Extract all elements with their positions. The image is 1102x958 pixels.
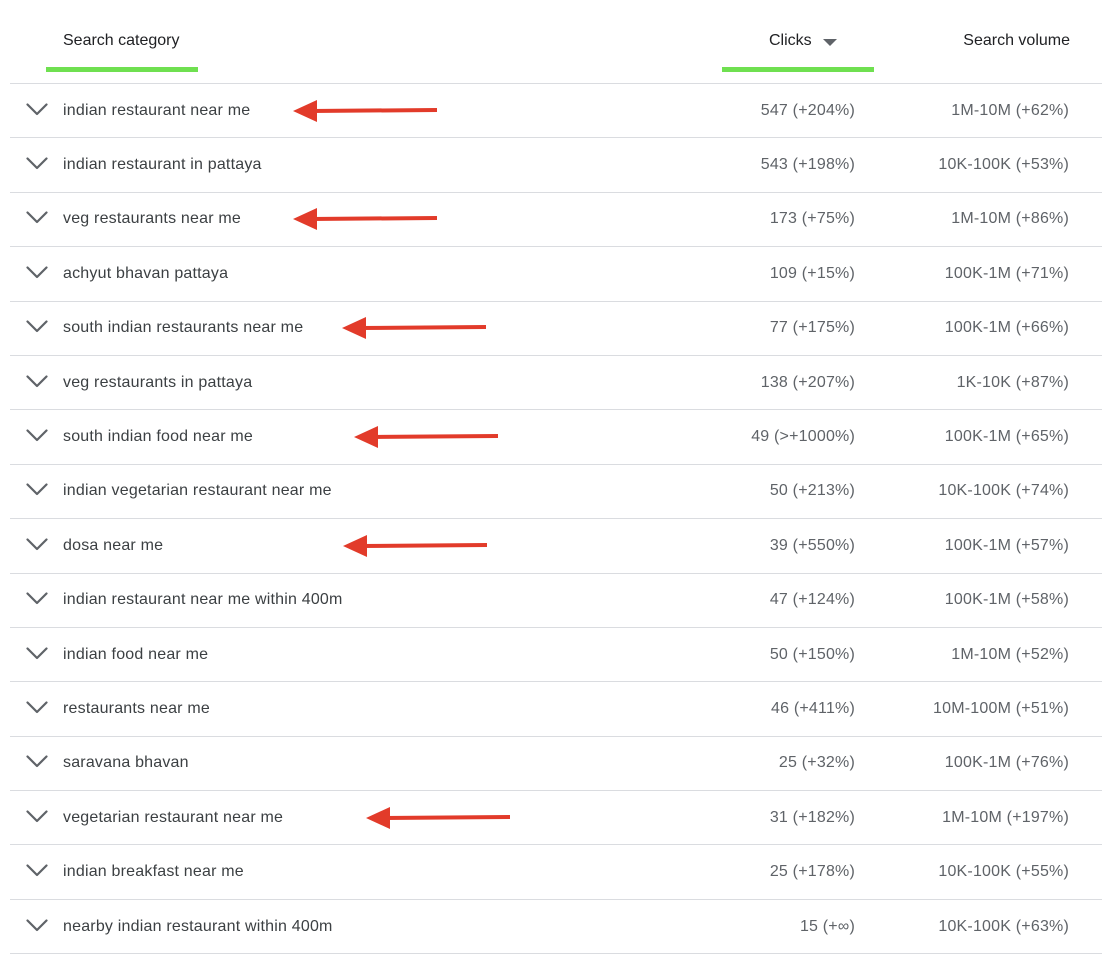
header-search-category[interactable]: Search category xyxy=(63,31,180,51)
table-row[interactable]: vegetarian restaurant near me 31 (+182%) 1… xyxy=(10,791,1102,846)
search-category-cell: indian vegetarian restaurant near me xyxy=(63,482,332,500)
chevron-down-icon[interactable] xyxy=(26,918,48,931)
chevron-down-icon[interactable] xyxy=(26,483,48,496)
search-volume-cell: 100K-1M (+76%) xyxy=(944,754,1069,772)
clicks-cell: 47 (+124%) xyxy=(769,591,855,609)
header-clicks[interactable]: Clicks xyxy=(769,31,837,51)
search-category-cell: south indian food near me xyxy=(63,428,254,446)
header-search-volume[interactable]: Search volume xyxy=(963,31,1070,51)
search-category-cell: veg restaurants in pattaya xyxy=(63,373,253,391)
search-volume-cell: 1M-10M (+52%) xyxy=(951,645,1069,663)
table-row[interactable]: indian vegetarian restaurant near me 50 (… xyxy=(10,465,1102,520)
clicks-cell: 543 (+198%) xyxy=(760,156,855,174)
chevron-down-icon[interactable] xyxy=(26,755,48,768)
clicks-cell: 173 (+75%) xyxy=(769,210,855,228)
chevron-down-icon[interactable] xyxy=(26,646,48,659)
chevron-down-icon[interactable] xyxy=(26,701,48,714)
chevron-down-icon[interactable] xyxy=(26,429,48,442)
clicks-cell: 138 (+207%) xyxy=(760,373,855,391)
annotation-arrow-icon xyxy=(354,424,499,449)
clicks-cell: 46 (+411%) xyxy=(771,699,855,717)
table-row[interactable]: saravana bhavan 25 (+32%) 100K-1M (+76%) xyxy=(10,737,1102,792)
clicks-cell: 49 (>+1000%) xyxy=(751,428,855,446)
clicks-cell: 39 (+550%) xyxy=(769,536,855,554)
header-clicks-label: Clicks xyxy=(769,32,812,49)
search-category-cell: indian restaurant near me within 400m xyxy=(63,591,343,609)
table-row[interactable]: dosa near me 39 (+550%) 100K-1M (+57%) xyxy=(10,519,1102,574)
search-volume-cell: 1M-10M (+197%) xyxy=(942,808,1069,826)
table-header: Search category Clicks Search volume xyxy=(10,0,1102,84)
table-row[interactable]: indian restaurant in pattaya 543 (+198%) 1… xyxy=(10,138,1102,193)
table-row[interactable]: south indian food near me 49 (>+1000%) 100… xyxy=(10,410,1102,465)
search-volume-cell: 1K-10K (+87%) xyxy=(956,373,1069,391)
table-row[interactable]: veg restaurants near me 173 (+75%) 1M-10M … xyxy=(10,193,1102,248)
search-category-cell: vegetarian restaurant near me xyxy=(63,808,284,826)
table-row[interactable]: south indian restaurants near me 77 (+175… xyxy=(10,302,1102,356)
annotation-arrow-icon xyxy=(366,805,511,829)
chevron-down-icon[interactable] xyxy=(26,538,48,550)
search-category-cell: indian breakfast near me xyxy=(63,863,244,881)
search-category-cell: nearby indian restaurant within 400m xyxy=(63,917,333,935)
search-category-cell: achyut bhavan pattaya xyxy=(63,264,229,282)
search-volume-cell: 100K-1M (+66%) xyxy=(944,319,1069,337)
table-row[interactable]: indian breakfast near me 25 (+178%) 10K-10… xyxy=(10,845,1102,900)
table-row[interactable]: achyut bhavan pattaya 109 (+15%) 100K-1M (… xyxy=(10,247,1102,302)
clicks-cell: 547 (+204%) xyxy=(760,101,855,119)
search-volume-cell: 10K-100K (+63%) xyxy=(938,917,1069,935)
search-volume-cell: 100K-1M (+71%) xyxy=(944,264,1069,282)
chevron-down-icon[interactable] xyxy=(26,864,48,877)
search-category-table: Search category Clicks Search volume ind… xyxy=(10,0,1102,955)
clicks-cell: 31 (+182%) xyxy=(769,808,855,826)
clicks-cell: 109 (+15%) xyxy=(769,264,855,282)
search-volume-cell: 100K-1M (+65%) xyxy=(944,428,1069,446)
clicks-cell: 50 (+150%) xyxy=(769,645,855,663)
search-category-cell: south indian restaurants near me xyxy=(63,319,304,337)
annotation-arrow-icon xyxy=(343,533,488,557)
table-row[interactable]: indian restaurant near me within 400m 47 … xyxy=(10,574,1102,628)
search-category-cell: indian restaurant near me xyxy=(63,101,251,119)
search-volume-cell: 1M-10M (+86%) xyxy=(951,210,1069,228)
search-volume-cell: 100K-1M (+57%) xyxy=(944,536,1069,554)
clicks-cell: 15 (+∞) xyxy=(799,917,855,935)
table-row[interactable]: indian food near me 50 (+150%) 1M-10M (+52… xyxy=(10,628,1102,683)
search-category-cell: indian restaurant in pattaya xyxy=(63,156,262,174)
clicks-cell: 25 (+178%) xyxy=(769,863,855,881)
search-category-cell: indian food near me xyxy=(63,645,209,663)
chevron-down-icon[interactable] xyxy=(26,103,48,115)
search-volume-cell: 1M-10M (+62%) xyxy=(951,101,1069,119)
table-row[interactable]: restaurants near me 46 (+411%) 10M-100M (+… xyxy=(10,682,1102,737)
annotation-arrow-icon xyxy=(293,206,438,231)
chevron-down-icon[interactable] xyxy=(26,211,48,224)
search-volume-cell: 10K-100K (+53%) xyxy=(938,156,1069,174)
clicks-cell: 77 (+175%) xyxy=(769,319,855,337)
search-category-cell: restaurants near me xyxy=(63,699,210,717)
search-volume-cell: 100K-1M (+58%) xyxy=(944,591,1069,609)
sort-descending-icon[interactable] xyxy=(822,38,837,46)
chevron-down-icon[interactable] xyxy=(26,266,48,278)
search-category-cell: saravana bhavan xyxy=(63,754,189,772)
search-volume-cell: 10M-100M (+51%) xyxy=(933,699,1069,717)
chevron-down-icon[interactable] xyxy=(26,592,48,605)
table-row[interactable]: indian restaurant near me 547 (+204%) 1M-1… xyxy=(10,84,1102,139)
annotation-arrow-icon xyxy=(293,98,438,122)
clicks-cell: 25 (+32%) xyxy=(778,754,855,772)
chevron-down-icon[interactable] xyxy=(26,320,48,333)
clicks-underline xyxy=(722,67,874,72)
chevron-down-icon[interactable] xyxy=(26,375,48,387)
search-category-cell: veg restaurants near me xyxy=(63,210,242,228)
table-row[interactable]: veg restaurants in pattaya 138 (+207%) 1K-… xyxy=(10,356,1102,411)
search-category-cell: dosa near me xyxy=(63,536,164,554)
chevron-down-icon[interactable] xyxy=(26,157,48,170)
table-row[interactable]: nearby indian restaurant within 400m 15 (… xyxy=(10,900,1102,955)
annotation-arrow-icon xyxy=(342,315,487,340)
clicks-cell: 50 (+213%) xyxy=(769,482,855,500)
search-volume-cell: 10K-100K (+74%) xyxy=(938,482,1069,500)
chevron-down-icon[interactable] xyxy=(26,810,48,822)
search-category-underline xyxy=(46,67,198,72)
search-volume-cell: 10K-100K (+55%) xyxy=(938,863,1069,881)
table-body: indian restaurant near me 547 (+204%) 1M-1… xyxy=(10,84,1102,955)
